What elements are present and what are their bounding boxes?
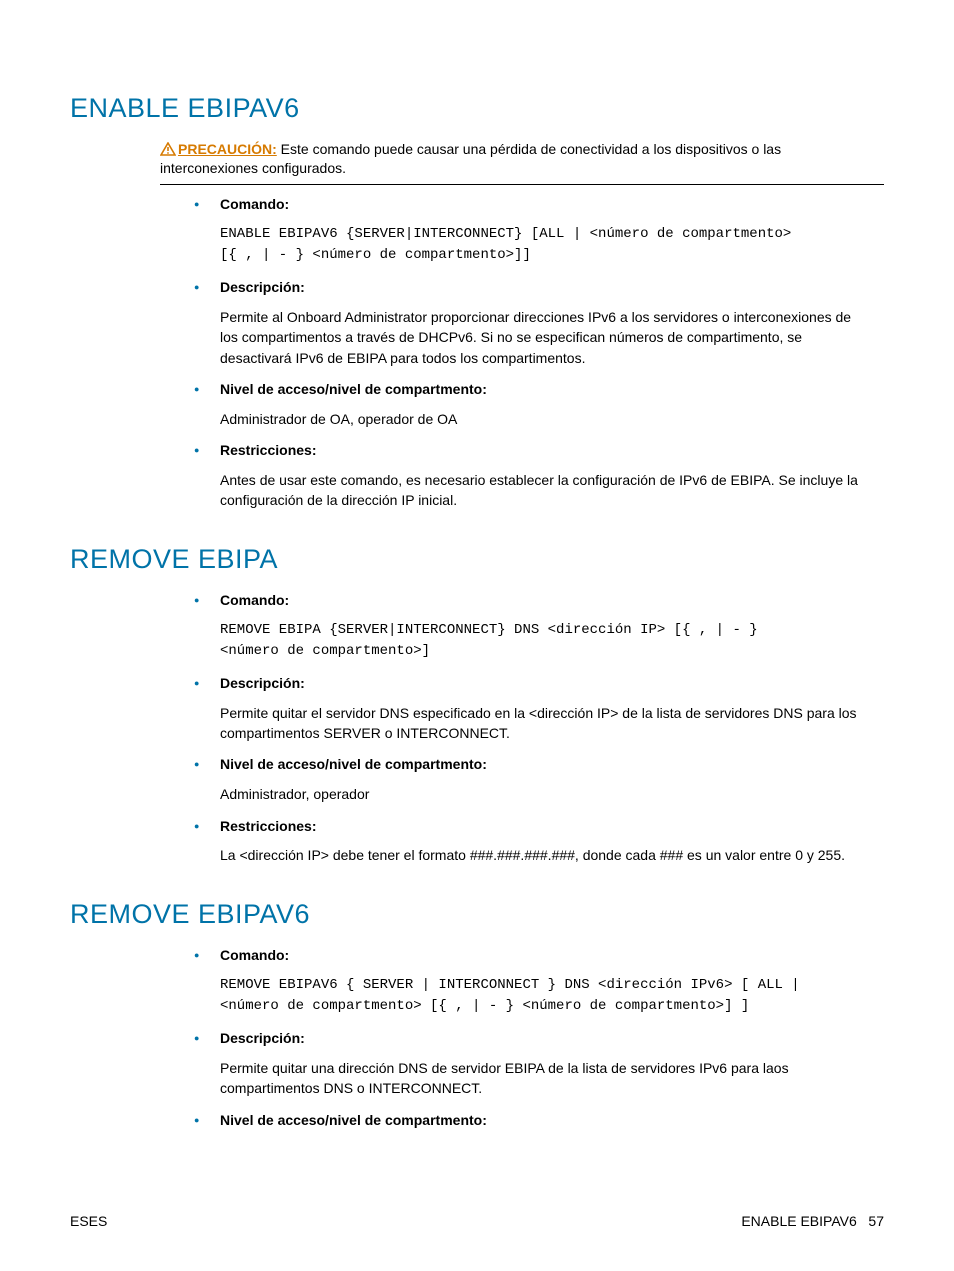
item-label: Restricciones: <box>220 818 316 834</box>
item-label: Descripción: <box>220 279 305 295</box>
section-title-remove-ebipav6: REMOVE EBIPAV6 <box>70 896 884 932</box>
warning-triangle-icon <box>160 142 176 156</box>
list-item: Descripción: Permite al Onboard Administ… <box>188 278 864 368</box>
list-item: Restricciones: La <dirección IP> debe te… <box>188 817 864 866</box>
item-body: Permite quitar una dirección DNS de serv… <box>220 1058 864 1099</box>
item-body: La <dirección IP> debe tener el formato … <box>220 845 864 865</box>
divider <box>160 184 884 185</box>
list-item: Descripción: Permite quitar el servidor … <box>188 674 864 743</box>
item-body: Permite al Onboard Administrator proporc… <box>220 307 864 368</box>
item-body: Administrador de OA, operador de OA <box>220 409 864 429</box>
section-title-remove-ebipa: REMOVE EBIPA <box>70 541 884 577</box>
list-item: Nivel de acceso/nivel de compartmento: <box>188 1111 864 1130</box>
list-item: Restricciones: Antes de usar este comand… <box>188 441 864 510</box>
item-label: Descripción: <box>220 1030 305 1046</box>
item-label: Nivel de acceso/nivel de compartmento: <box>220 756 487 772</box>
list-item: Comando: REMOVE EBIPAV6 { SERVER | INTER… <box>188 946 864 1017</box>
item-body: Administrador, operador <box>220 784 864 804</box>
item-body: Permite quitar el servidor DNS especific… <box>220 703 864 744</box>
list-item: Descripción: Permite quitar una direcció… <box>188 1029 864 1098</box>
footer-left: ESES <box>70 1212 107 1231</box>
list-item: Comando: REMOVE EBIPA {SERVER|INTERCONNE… <box>188 591 864 662</box>
command-list: Comando: REMOVE EBIPA {SERVER|INTERCONNE… <box>70 591 884 866</box>
item-label: Restricciones: <box>220 442 316 458</box>
command-code: REMOVE EBIPA {SERVER|INTERCONNECT} DNS <… <box>220 620 864 662</box>
command-code: REMOVE EBIPAV6 { SERVER | INTERCONNECT }… <box>220 975 864 1017</box>
item-label: Comando: <box>220 592 289 608</box>
item-body: Antes de usar este comando, es necesario… <box>220 470 864 511</box>
command-list: Comando: REMOVE EBIPAV6 { SERVER | INTER… <box>70 946 884 1129</box>
item-label: Comando: <box>220 196 289 212</box>
command-list: Comando: ENABLE EBIPAV6 {SERVER|INTERCON… <box>70 195 884 510</box>
list-item: Comando: ENABLE EBIPAV6 {SERVER|INTERCON… <box>188 195 864 266</box>
caution-label: PRECAUCIÓN: <box>178 141 277 157</box>
caution-block: PRECAUCIÓN: Este comando puede causar un… <box>160 140 884 178</box>
item-label: Nivel de acceso/nivel de compartmento: <box>220 1112 487 1128</box>
section-title-enable-ebipav6: ENABLE EBIPAV6 <box>70 90 884 126</box>
list-item: Nivel de acceso/nivel de compartmento: A… <box>188 755 864 804</box>
list-item: Nivel de acceso/nivel de compartmento: A… <box>188 380 864 429</box>
item-label: Comando: <box>220 947 289 963</box>
item-label: Nivel de acceso/nivel de compartmento: <box>220 381 487 397</box>
item-label: Descripción: <box>220 675 305 691</box>
command-code: ENABLE EBIPAV6 {SERVER|INTERCONNECT} [AL… <box>220 224 864 266</box>
footer-right: ENABLE EBIPAV6 57 <box>741 1212 884 1231</box>
page-footer: ESES ENABLE EBIPAV6 57 <box>70 1212 884 1231</box>
